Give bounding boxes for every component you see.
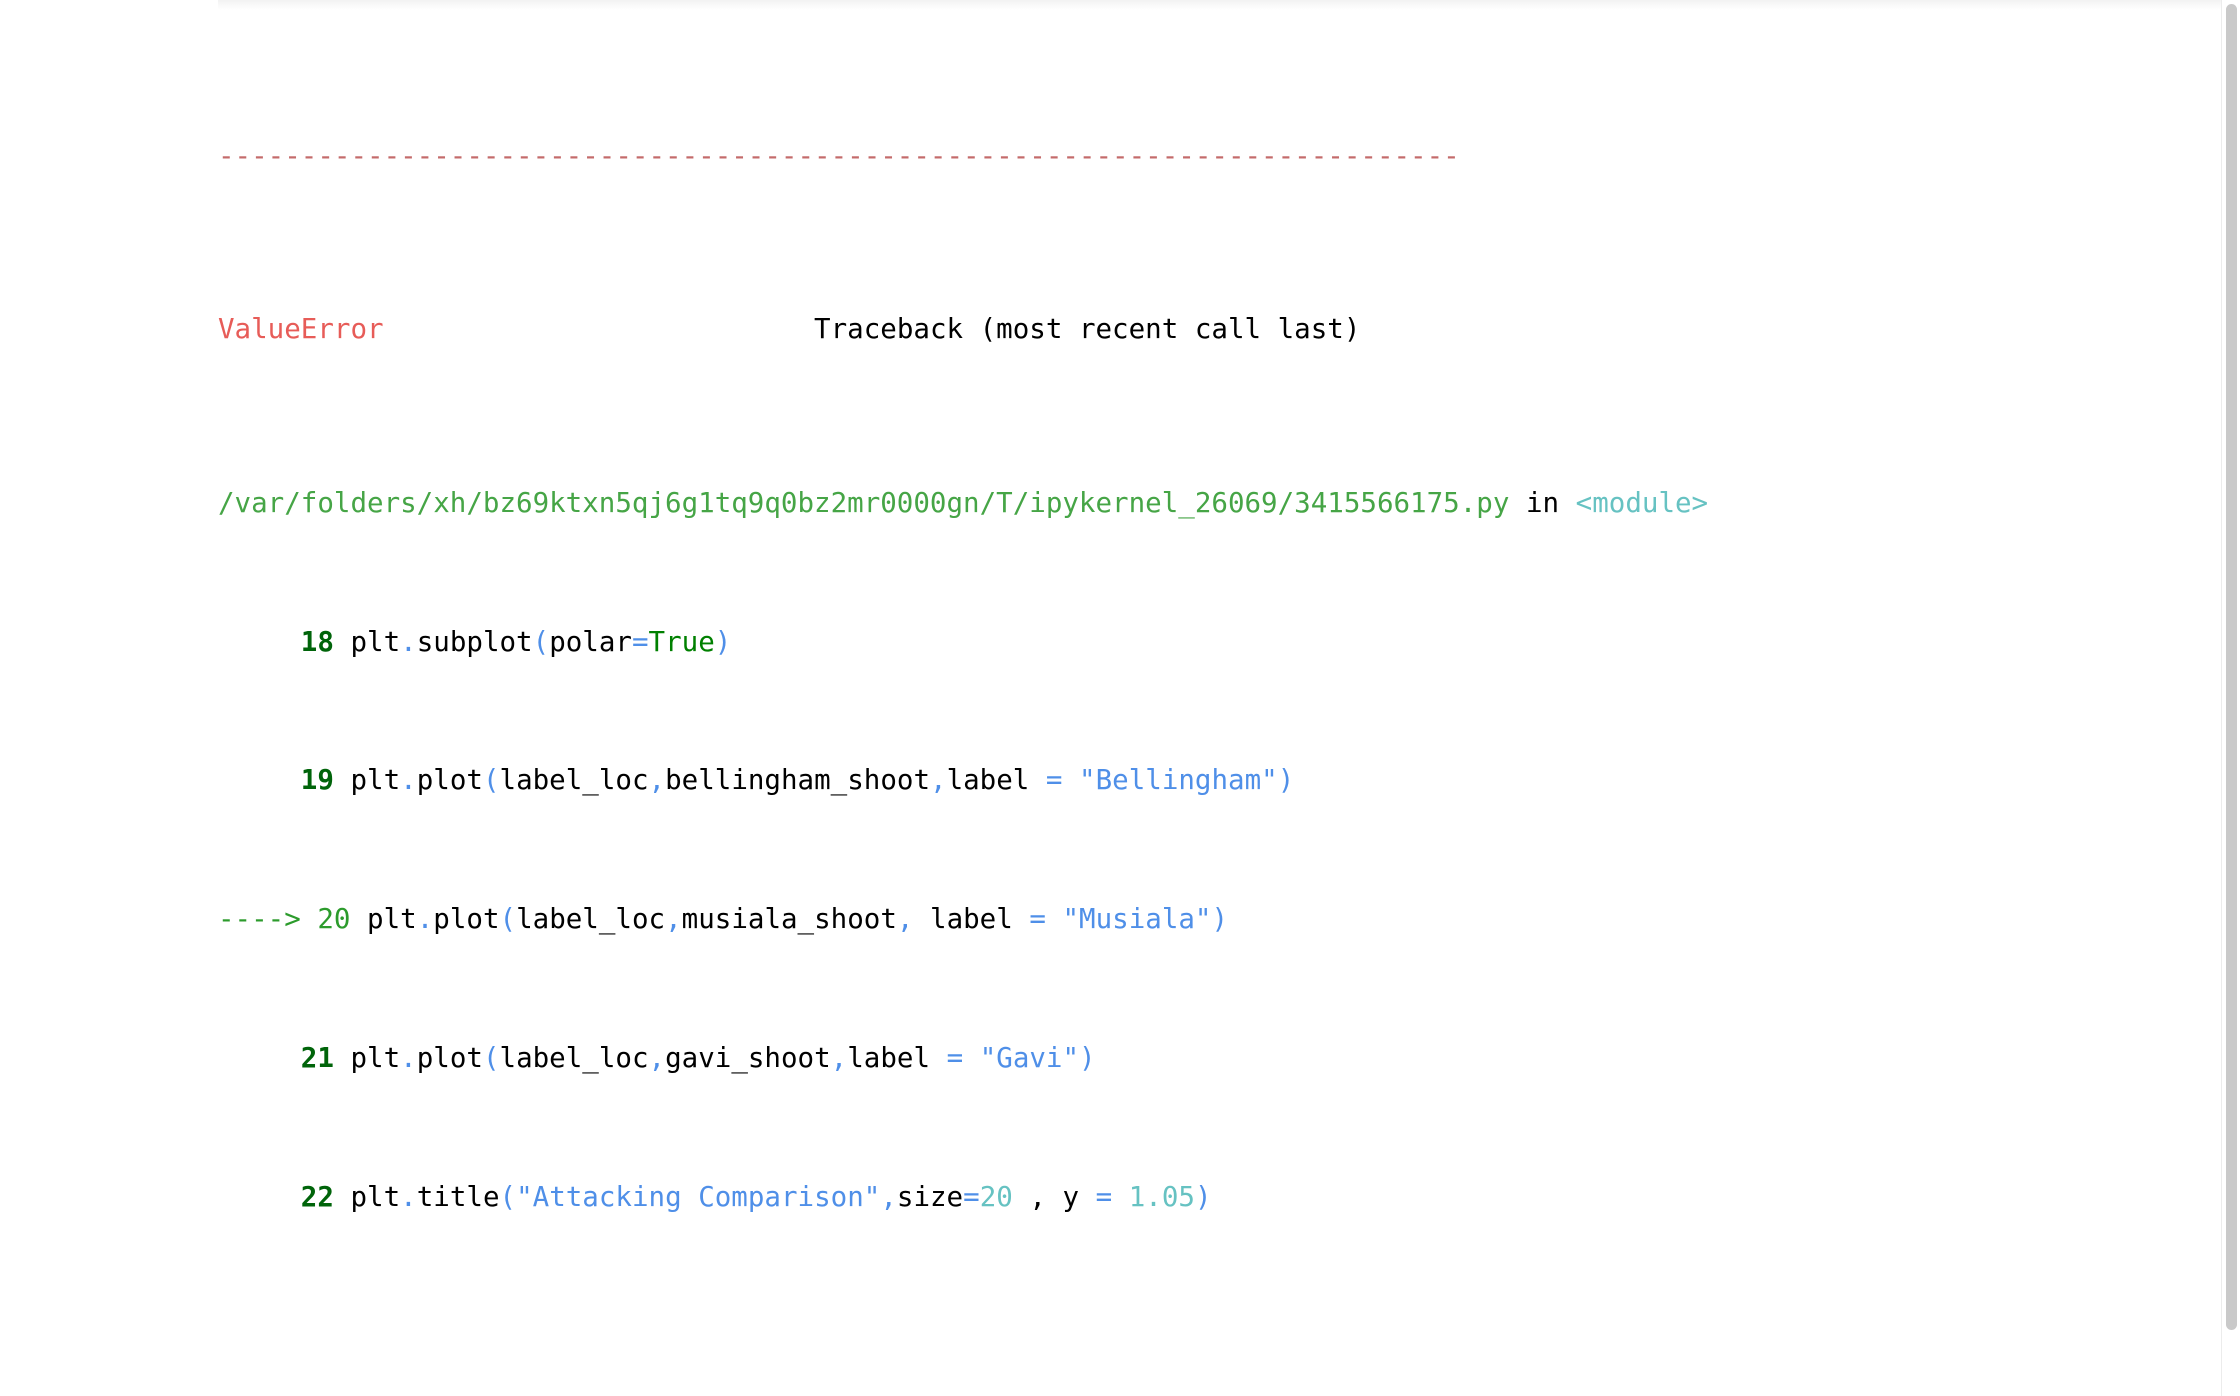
code-text: plt.plot(label_loc,musiala_shoot, label … <box>367 903 1229 936</box>
traceback-header: ValueError Traceback (most recent call l… <box>218 312 2204 347</box>
code-line-number: 21 <box>300 1042 334 1075</box>
code-line-number: 20 <box>317 903 351 936</box>
header-spacer <box>384 313 814 345</box>
notebook-output-gutter <box>0 0 218 1396</box>
header-exception-name: ValueError <box>218 313 384 346</box>
traceback-output-cell: ----------------------------------------… <box>0 0 2240 1396</box>
vertical-scrollbar-thumb[interactable] <box>2226 4 2237 1330</box>
code-line: 19 plt.plot(label_loc,bellingham_shoot,l… <box>218 763 2204 798</box>
code-line-number: 19 <box>300 764 334 797</box>
code-text: plt.subplot(polar=True) <box>350 625 732 658</box>
frame-space <box>1559 487 1576 519</box>
header-traceback-note: Traceback (most recent call last) <box>814 313 1361 346</box>
pad <box>218 626 301 658</box>
pad <box>218 1042 301 1074</box>
frame-scope: <module> <box>1575 486 1709 519</box>
code-line-number: 22 <box>300 1180 334 1213</box>
code-marker: ----> <box>218 903 301 936</box>
pad <box>218 1181 301 1213</box>
code-line-highlighted: ----> 20 plt.plot(label_loc,musiala_shoo… <box>218 902 2204 937</box>
traceback-separator: ----------------------------------------… <box>218 139 1460 172</box>
code-line: 18 plt.subplot(polar=True) <box>218 625 2204 660</box>
code-text: plt.title("Attacking Comparison",size=20… <box>350 1180 1212 1213</box>
code-line: 21 plt.plot(label_loc,gavi_shoot,label =… <box>218 1041 2204 1076</box>
code-text: plt.plot(label_loc,bellingham_shoot,labe… <box>350 764 1295 797</box>
code-line-number: 18 <box>300 625 334 658</box>
frame-path-line: /var/folders/xh/bz69ktxn5qj6g1tq9q0bz2mr… <box>218 486 2204 521</box>
frame-in-word: in <box>1525 486 1560 519</box>
pad <box>218 764 301 796</box>
code-line: 22 plt.title("Attacking Comparison",size… <box>218 1180 2204 1215</box>
frame-in-keyword <box>1509 487 1526 519</box>
traceback-text: ----------------------------------------… <box>218 0 2204 1396</box>
code-text: plt.plot(label_loc,gavi_shoot,label = "G… <box>350 1042 1096 1075</box>
frame-file-path: /var/folders/xh/bz69ktxn5qj6g1tq9q0bz2mr… <box>218 486 1510 519</box>
vertical-scrollbar-track[interactable] <box>2221 0 2240 1396</box>
